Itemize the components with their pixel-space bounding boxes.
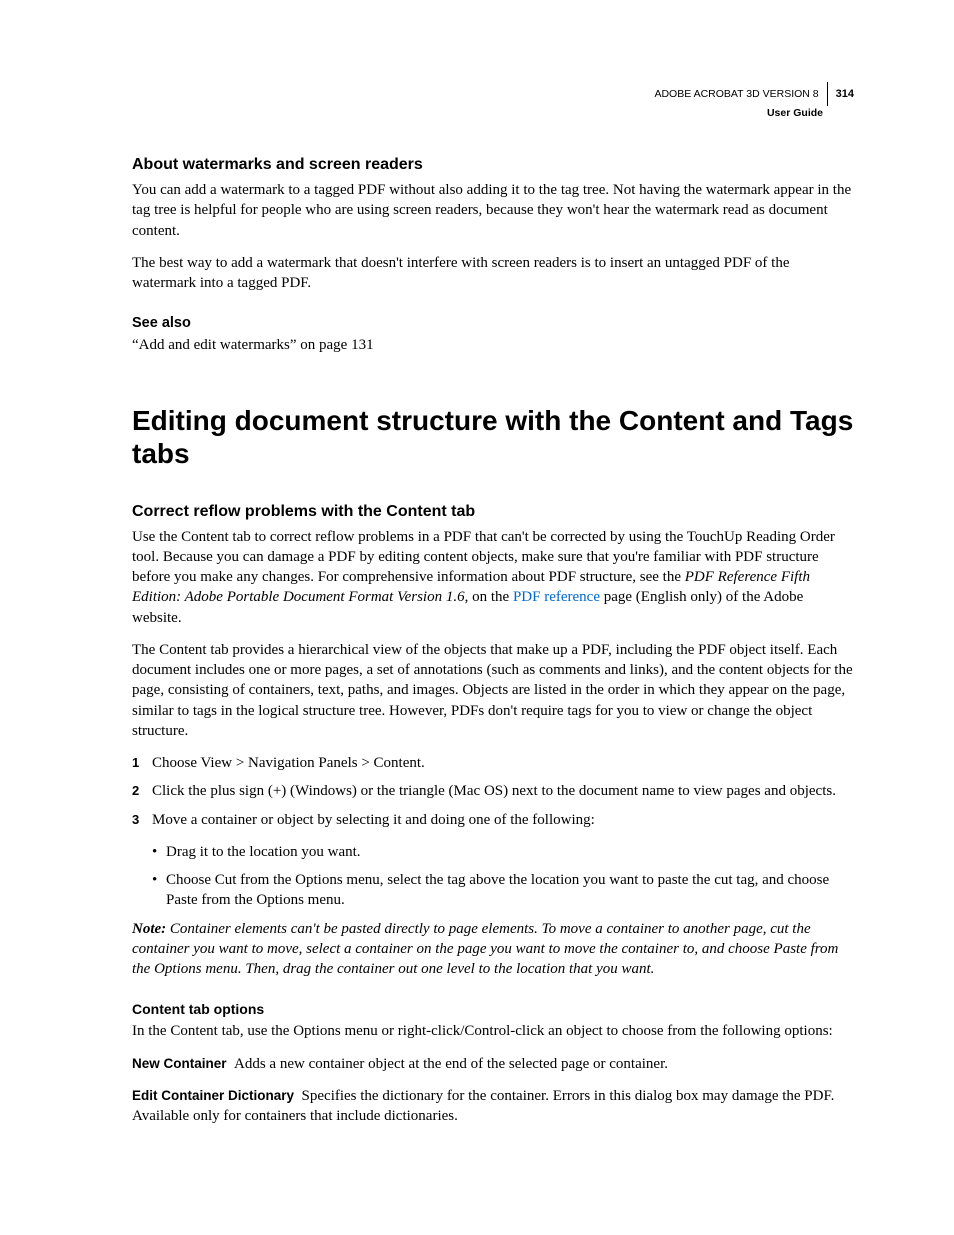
heading-content-tab-options: Content tab options [132, 1001, 854, 1017]
heading-watermarks: About watermarks and screen readers [132, 156, 854, 174]
step-item: 3 Move a container or object by selectin… [132, 810, 854, 830]
step-text: Click the plus sign (+) (Windows) or the… [152, 781, 854, 801]
reflow-paragraph-2: The Content tab provides a hierarchical … [132, 640, 854, 741]
header-line-1: ADOBE ACROBAT 3D VERSION 8 314 [654, 82, 854, 106]
bullet-marker-icon: • [152, 842, 166, 862]
bullet-item: • Drag it to the location you want. [152, 842, 854, 862]
definition-term: Edit Container Dictionary [132, 1088, 294, 1103]
page-header: ADOBE ACROBAT 3D VERSION 8 314 User Guid… [654, 82, 854, 120]
bullet-marker-icon: • [152, 870, 166, 911]
header-subtitle: User Guide [654, 106, 854, 120]
header-product: ADOBE ACROBAT 3D VERSION 8 [654, 87, 818, 101]
note-label: Note: [132, 921, 166, 937]
watermarks-paragraph-2: The best way to add a watermark that doe… [132, 253, 854, 294]
content-tab-intro: In the Content tab, use the Options menu… [132, 1021, 854, 1041]
header-page-number: 314 [836, 87, 854, 102]
bullet-text: Drag it to the location you want. [166, 842, 854, 862]
step-item: 2 Click the plus sign (+) (Windows) or t… [132, 781, 854, 801]
definition-item: Edit Container Dictionary Specifies the … [132, 1086, 854, 1127]
bullet-item: • Choose Cut from the Options menu, sele… [152, 870, 854, 911]
definition-term: New Container [132, 1056, 227, 1071]
heading-reflow: Correct reflow problems with the Content… [132, 503, 854, 521]
bullet-text: Choose Cut from the Options menu, select… [166, 870, 854, 911]
reflow-p1-b: , on the [465, 589, 513, 605]
see-also-heading: See also [132, 315, 854, 331]
pdf-reference-link[interactable]: PDF reference [513, 589, 600, 605]
steps-list: 1 Choose View > Navigation Panels > Cont… [132, 753, 854, 830]
step-number: 1 [132, 753, 152, 773]
definition-item: New Container Adds a new container objec… [132, 1054, 854, 1074]
note-paragraph: Note: Container elements can't be pasted… [132, 919, 854, 980]
bullet-list: • Drag it to the location you want. • Ch… [152, 842, 854, 911]
main-heading: Editing document structure with the Cont… [132, 404, 854, 471]
step-text: Choose View > Navigation Panels > Conten… [152, 753, 854, 773]
step-number: 3 [132, 810, 152, 830]
step-number: 2 [132, 781, 152, 801]
note-text: Container elements can't be pasted direc… [132, 921, 838, 978]
step-text: Move a container or object by selecting … [152, 810, 854, 830]
see-also-text: “Add and edit watermarks” on page 131 [132, 335, 854, 355]
header-divider [827, 82, 828, 106]
definition-text: Adds a new container object at the end o… [234, 1056, 668, 1072]
reflow-paragraph-1: Use the Content tab to correct reflow pr… [132, 527, 854, 628]
step-item: 1 Choose View > Navigation Panels > Cont… [132, 753, 854, 773]
watermarks-paragraph-1: You can add a watermark to a tagged PDF … [132, 180, 854, 241]
